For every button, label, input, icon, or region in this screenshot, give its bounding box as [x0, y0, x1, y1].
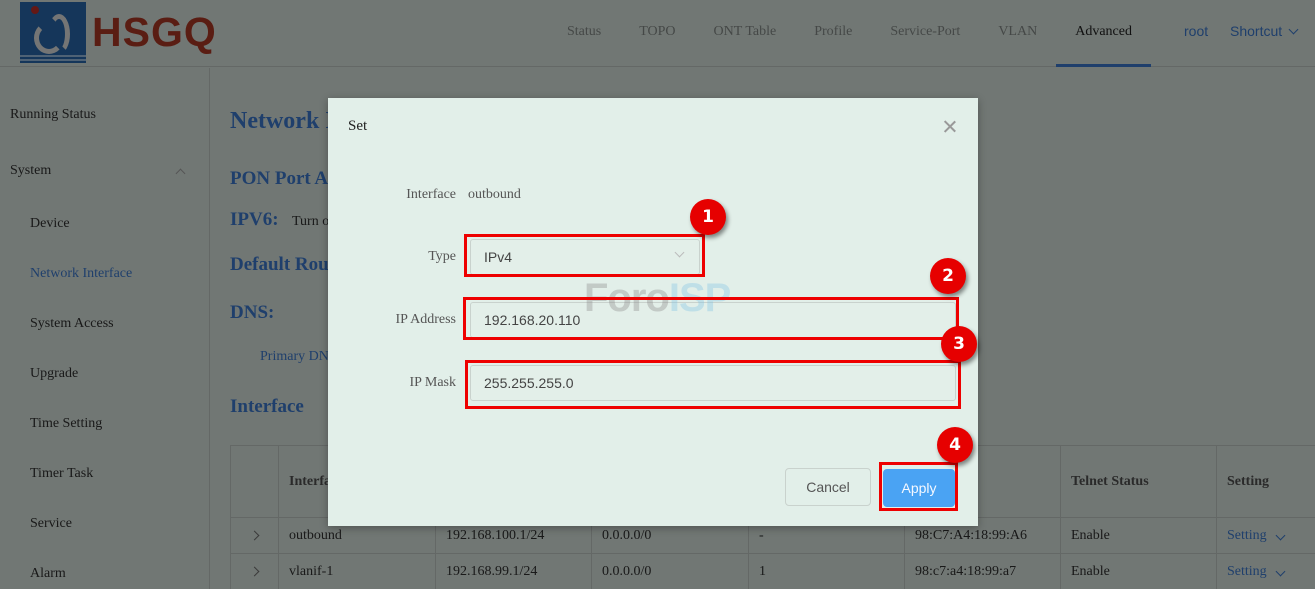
ip-address-label: IP Address — [395, 312, 456, 327]
ip-address-input[interactable]: 192.168.20.110 — [470, 302, 956, 338]
step-badge-4: 4 — [937, 427, 973, 463]
dialog-title: Set — [348, 118, 368, 134]
step-badge-3: 3 — [941, 326, 977, 362]
set-dialog: Set Interface outbound Type IPv4 IP Addr… — [328, 98, 978, 526]
step-badge-2: 2 — [930, 258, 966, 294]
step-badge-1: 1 — [690, 199, 726, 235]
apply-button[interactable]: Apply — [883, 469, 955, 507]
type-label: Type — [428, 249, 456, 264]
ip-mask-label: IP Mask — [409, 375, 456, 390]
interface-value: outbound — [468, 187, 521, 202]
interface-label: Interface — [406, 187, 456, 202]
type-select[interactable]: IPv4 — [470, 239, 700, 275]
chevron-down-icon — [674, 247, 685, 258]
ip-mask-input[interactable]: 255.255.255.0 — [470, 365, 956, 401]
ip-address-value: 192.168.20.110 — [484, 312, 581, 328]
cancel-button[interactable]: Cancel — [785, 468, 871, 506]
close-icon[interactable] — [942, 118, 958, 134]
type-select-value: IPv4 — [484, 249, 513, 265]
ip-mask-value: 255.255.255.0 — [484, 375, 574, 391]
